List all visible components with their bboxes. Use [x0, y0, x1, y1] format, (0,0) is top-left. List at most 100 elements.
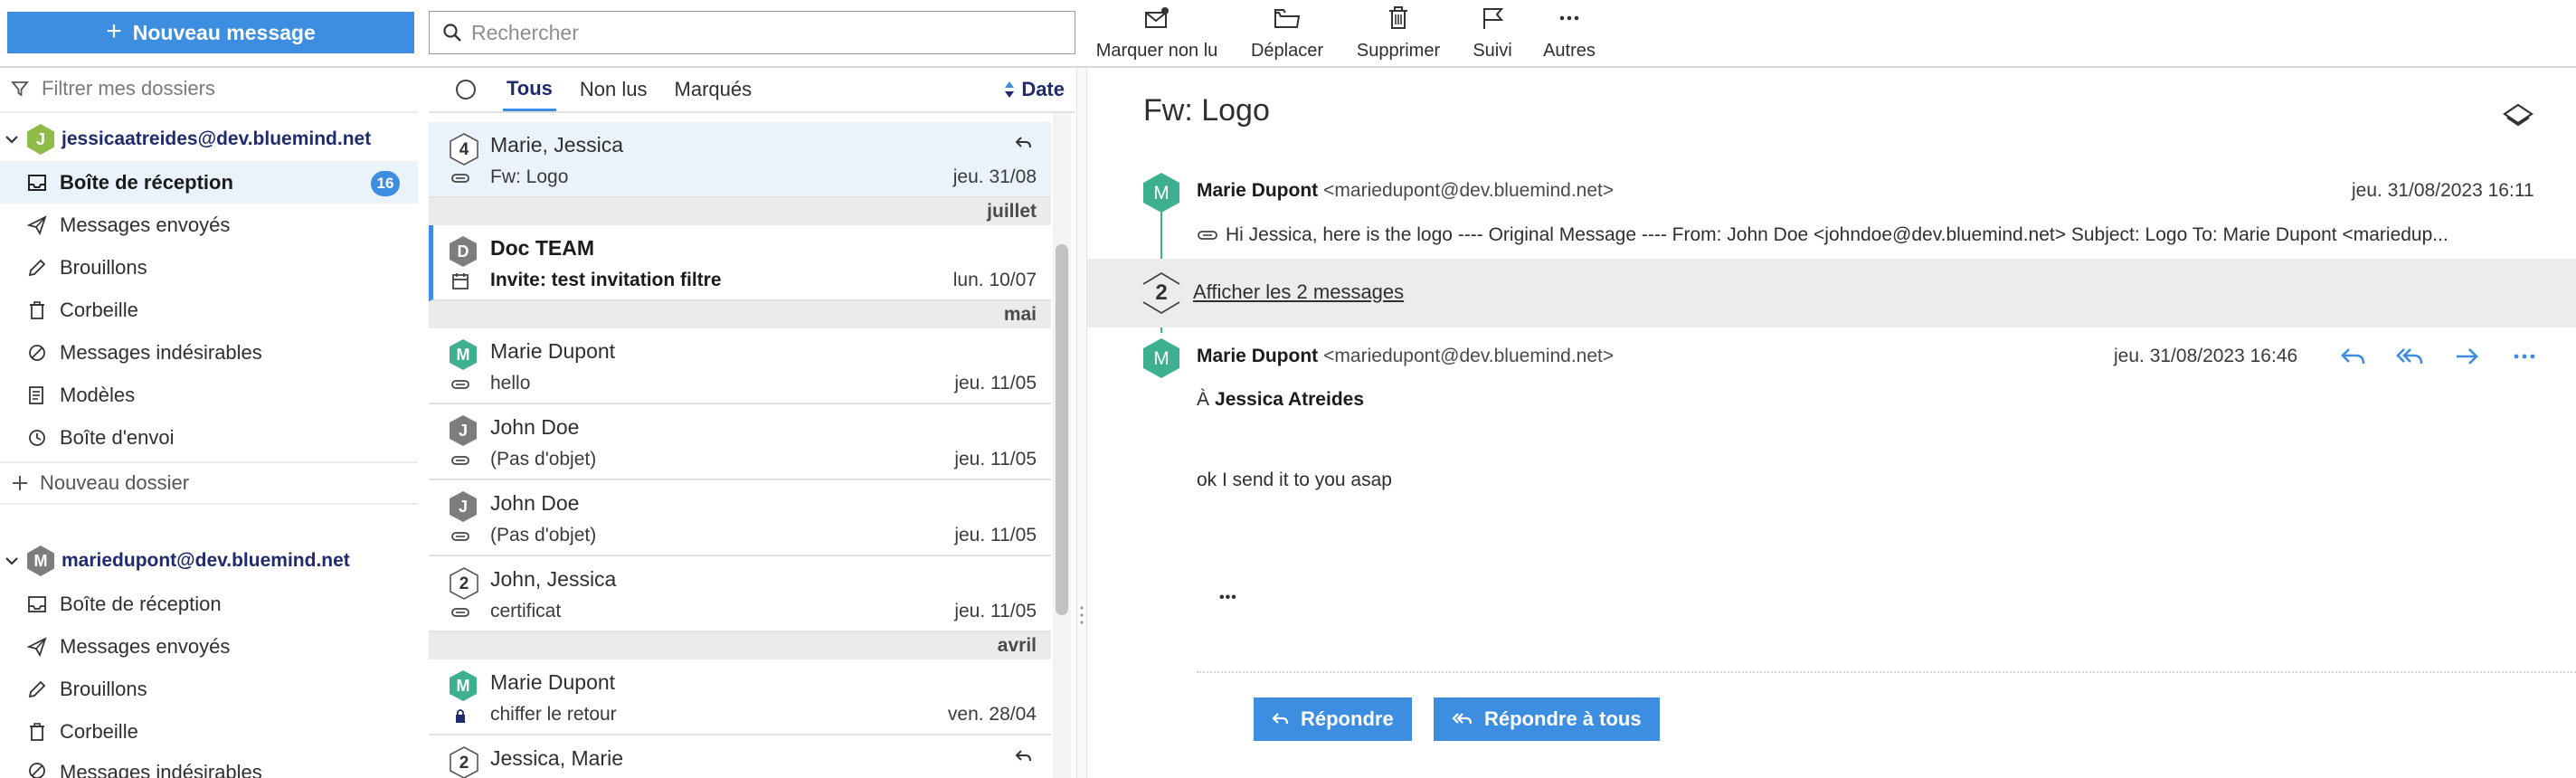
list-item[interactable]: 4 Marie, Jessica Fw: Logo jeu. 31/08 — [429, 122, 1051, 198]
delete-label: Supprimer — [1356, 41, 1441, 61]
folder-templates[interactable]: Modèles — [0, 374, 418, 416]
message-subject: (Pas d'objet) — [490, 525, 597, 546]
pane-resize-handle[interactable] — [1076, 68, 1087, 778]
delete-button[interactable]: Supprimer — [1348, 5, 1449, 62]
list-item[interactable]: 2 Jessica, Marie — [429, 735, 1051, 778]
list-item[interactable]: M Marie Dupont chiffer le retour ven. 28… — [429, 659, 1051, 735]
mark-unread-label: Marquer non lu — [1095, 41, 1218, 61]
message-sender: Marie Dupont — [490, 670, 616, 694]
reply-icon — [1015, 748, 1033, 764]
folder-trash[interactable]: Corbeille — [0, 710, 418, 753]
folder-spam[interactable]: Messages indésirables — [0, 331, 418, 374]
folder-label: Corbeille — [60, 298, 138, 321]
select-all-checkbox[interactable] — [456, 80, 476, 100]
folder-label: Messages indésirables — [60, 340, 262, 364]
reply-icon[interactable] — [2337, 340, 2370, 373]
svg-text:J: J — [459, 498, 468, 516]
avatar: J — [449, 414, 478, 447]
more-icon[interactable] — [2508, 340, 2541, 373]
trash-icon — [27, 300, 47, 320]
message-date: jeu. 31/08 — [952, 166, 1037, 187]
pencil-icon — [27, 258, 47, 278]
svg-text:M: M — [457, 346, 470, 364]
list-item[interactable]: J John Doe (Pas d'objet) jeu. 11/05 — [429, 404, 1051, 480]
folder-label: Boîte de réception — [60, 170, 233, 194]
layers-icon[interactable] — [2502, 102, 2534, 131]
new-message-button[interactable]: + Nouveau message — [7, 12, 414, 53]
folder-drafts[interactable]: Brouillons — [0, 246, 418, 289]
folder-sent[interactable]: Messages envoyés — [0, 204, 418, 246]
unread-count-badge: 16 — [371, 171, 400, 196]
list-item[interactable]: M Marie Dupont hello jeu. 11/05 — [429, 328, 1051, 404]
calendar-icon — [450, 271, 470, 291]
account-marie[interactable]: M mariedupont@dev.bluemind.net — [4, 543, 350, 579]
trash-icon — [1387, 5, 1410, 31]
folder-sent[interactable]: Messages envoyés — [0, 625, 418, 668]
message-subject: Fw: Logo — [490, 166, 569, 187]
message-sender: John Doe — [490, 491, 580, 515]
show-messages-link[interactable]: Afficher les 2 messages — [1193, 280, 1404, 304]
sort-label: Date — [1021, 78, 1065, 100]
sender-email: <mariedupont@dev.bluemind.net> — [1323, 180, 1615, 201]
sort-by-date-button[interactable]: Date — [1003, 68, 1065, 111]
search-icon — [442, 23, 462, 43]
folder-trash[interactable]: Corbeille — [0, 289, 418, 331]
list-item[interactable]: J John Doe (Pas d'objet) jeu. 11/05 — [429, 480, 1051, 556]
message-preview[interactable]: Hi Jessica, here is the logo ---- Origin… — [1197, 223, 2558, 248]
follow-up-button[interactable]: Suivi — [1463, 5, 1521, 62]
folder-filter[interactable]: Filtrer mes dossiers — [11, 73, 409, 104]
move-button[interactable]: Déplacer — [1239, 5, 1335, 62]
folder-inbox[interactable]: Boîte de réception 16 — [0, 161, 418, 204]
message-date: lun. 10/07 — [952, 270, 1037, 290]
preview-text: Hi Jessica, here is the logo ---- Origin… — [1226, 224, 2448, 245]
mark-unread-icon — [1143, 5, 1170, 31]
template-icon — [27, 385, 47, 405]
more-button[interactable]: Autres — [1538, 5, 1601, 62]
message-sender: Doc TEAM — [490, 236, 594, 260]
conversation-count-avatar: 2 — [449, 566, 479, 601]
pencil-icon — [27, 679, 47, 699]
move-label: Déplacer — [1250, 41, 1324, 61]
avatar: M — [1141, 172, 1181, 213]
reply-all-button[interactable]: Répondre à tous — [1434, 697, 1660, 741]
divider — [0, 111, 418, 113]
message-date: jeu. 11/05 — [954, 601, 1037, 621]
sender-name: Marie Dupont — [1197, 180, 1319, 201]
conversation-title: Fw: Logo — [1143, 93, 1270, 128]
avatar: M — [27, 546, 54, 576]
search-box[interactable] — [429, 11, 1075, 54]
avatar: M — [449, 669, 478, 702]
show-quoted-button[interactable]: ••• — [1219, 590, 1237, 606]
tab-flagged[interactable]: Marqués — [671, 68, 756, 111]
forward-icon[interactable] — [2451, 340, 2484, 373]
message-header: Marie Dupont <mariedupont@dev.bluemind.n… — [1197, 346, 1614, 367]
tab-all[interactable]: Tous — [503, 68, 556, 111]
list-scrollbar-thumb[interactable] — [1056, 244, 1068, 615]
filter-icon — [11, 80, 29, 98]
message-header[interactable]: Marie Dupont <mariedupont@dev.bluemind.n… — [1197, 180, 1614, 202]
folder-drafts[interactable]: Brouillons — [0, 668, 418, 710]
search-input[interactable] — [471, 20, 1050, 45]
account-jessica[interactable]: J jessicaatreides@dev.bluemind.net — [4, 121, 371, 157]
tab-unread[interactable]: Non lus — [576, 68, 651, 111]
avatar: J — [27, 124, 54, 155]
svg-text:2: 2 — [1155, 280, 1167, 305]
mark-unread-button[interactable]: Marquer non lu — [1089, 5, 1225, 62]
chevron-down-icon — [4, 134, 20, 145]
folder-label: Modèles — [60, 383, 136, 406]
reply-button[interactable]: Répondre — [1254, 697, 1412, 741]
new-folder-button[interactable]: Nouveau dossier — [11, 465, 409, 501]
reply-all-icon[interactable] — [2394, 340, 2427, 373]
conversation-count-avatar: 4 — [449, 132, 479, 166]
inbox-icon — [27, 594, 47, 614]
folder-spam[interactable]: Messages indésirables — [0, 753, 418, 778]
sender-email: <mariedupont@dev.bluemind.net> — [1323, 346, 1615, 366]
folder-outbox[interactable]: Boîte d'envoi — [0, 416, 418, 459]
lock-icon — [450, 706, 470, 726]
list-item[interactable]: D Doc TEAM Invite: test invitation filtr… — [429, 225, 1051, 301]
chevron-down-icon — [4, 555, 20, 566]
folder-inbox[interactable]: Boîte de réception — [0, 583, 418, 625]
list-item[interactable]: 2 John, Jessica certificat jeu. 11/05 — [429, 556, 1051, 632]
message-sender: Marie Dupont — [490, 339, 616, 363]
attachment-icon — [450, 451, 470, 470]
